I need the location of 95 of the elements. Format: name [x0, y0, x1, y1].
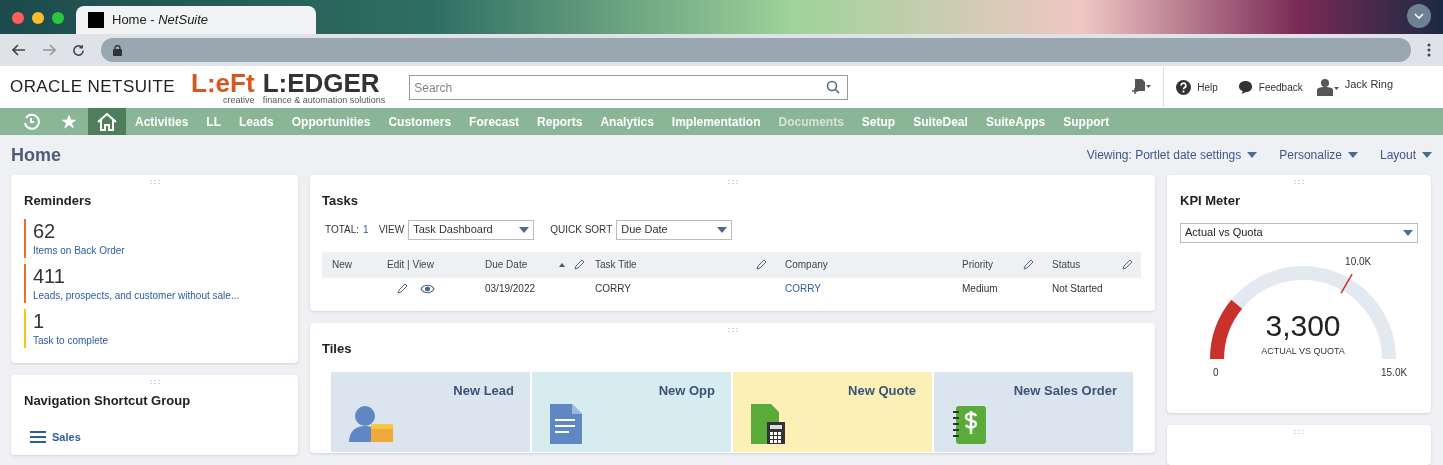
pencil-icon[interactable] [1022, 258, 1034, 271]
pencil-icon[interactable] [396, 282, 408, 295]
caret-icon [1347, 152, 1358, 159]
pencil-icon[interactable] [1121, 258, 1133, 271]
left-logo: L:eFt [191, 69, 255, 96]
tab-title: Home - NetSuite [112, 11, 209, 30]
kpi-value: 3,300 [1265, 310, 1341, 341]
caret-icon [1422, 152, 1432, 159]
reload-icon[interactable] [72, 43, 85, 57]
drag-handle-icon[interactable] [148, 179, 161, 185]
total-count: 1 [363, 223, 369, 237]
history-icon [22, 112, 40, 131]
drag-handle-icon[interactable] [1293, 429, 1305, 435]
table-cell-text: Medium [961, 282, 999, 296]
more-vertical-icon[interactable] [1427, 43, 1431, 57]
back-arrow-icon[interactable] [12, 44, 26, 56]
portlet-title: KPI Meter [1180, 192, 1241, 210]
user-roles-icon[interactable] [1314, 78, 1339, 97]
tile[interactable]: New Opp [532, 371, 731, 452]
reminder-link[interactable]: Items on Back Order [33, 242, 125, 258]
caret-icon [1403, 229, 1413, 236]
browser-tab[interactable]: Home - NetSuite [76, 6, 316, 34]
view-label: VIEW [378, 223, 405, 237]
document-icon [548, 404, 584, 444]
help-icon[interactable] [1176, 79, 1192, 95]
caret-icon [1247, 152, 1258, 159]
view-select[interactable]: Task Dashboard [408, 219, 535, 240]
portlet-title: Tasks [322, 192, 359, 210]
pencil-icon[interactable] [573, 258, 585, 271]
close-window-button[interactable] [12, 12, 24, 24]
search-icon[interactable] [826, 79, 841, 94]
person-box-icon [347, 404, 395, 442]
column-header[interactable]: Status [1052, 257, 1081, 272]
max-label: 15.0K [1381, 365, 1408, 380]
search-field[interactable]: Search [409, 75, 849, 101]
page-menu[interactable]: Personalize [1279, 146, 1358, 165]
reminder-count: 62 [33, 218, 57, 243]
feedback-link[interactable]: Feedback [1258, 79, 1303, 95]
column-header[interactable]: Edit | View [387, 257, 434, 272]
company-link[interactable]: CORRY [775, 281, 952, 296]
reminder-count: 411 [33, 263, 66, 288]
page-title: Home [11, 143, 61, 167]
drag-handle-icon[interactable] [726, 179, 739, 185]
sort-ascending-icon [559, 262, 565, 267]
pencil-icon[interactable] [755, 258, 767, 271]
portlet-title: Reminders [24, 192, 93, 210]
minimize-window-button[interactable] [32, 12, 44, 24]
ledger-logo: L:EDGER [262, 69, 380, 96]
portlet-title: Tiles [322, 340, 353, 358]
ledger-logo-tagline: finance & automation solutions [262, 95, 386, 105]
eye-icon[interactable] [420, 283, 435, 294]
tile[interactable]: New Sales Order [934, 371, 1133, 452]
maximize-window-button[interactable] [52, 12, 64, 24]
chevron-down-icon [1414, 13, 1424, 19]
column-header[interactable]: Priority [962, 257, 994, 272]
tile[interactable]: New Lead [331, 371, 530, 452]
netsuite-favicon [88, 12, 104, 28]
page-menu[interactable]: Layout [1379, 146, 1432, 165]
target-label: 10.0K [1345, 254, 1372, 269]
reminder-link[interactable]: Task to complete [33, 332, 109, 348]
tile[interactable]: New Quote [733, 371, 932, 452]
new-record-icon[interactable] [1131, 79, 1152, 96]
total-label: TOTAL: [325, 223, 360, 237]
help-link[interactable]: Help [1197, 79, 1218, 95]
drag-handle-icon[interactable] [726, 327, 739, 333]
brand-logo: ORACLE NETSUITE [10, 76, 176, 99]
tab-menu-button[interactable] [1407, 4, 1431, 28]
column-header[interactable]: Company [785, 257, 828, 272]
quick-sort-label: QUICK SORT [550, 223, 613, 237]
home-icon [97, 112, 117, 131]
reminder-count: 1 [33, 308, 46, 333]
column-header[interactable]: Due Date [485, 257, 528, 272]
table-cell-text: 03/19/2022 [484, 282, 537, 296]
left-logo-tagline: creative [223, 95, 255, 105]
drag-handle-icon[interactable] [1293, 179, 1305, 185]
reminder-link[interactable]: Leads, prospects, and customer without sale... [33, 287, 240, 303]
table-cell-text: CORRY [594, 282, 632, 296]
shortcut-group-link[interactable]: Sales [52, 428, 81, 445]
menu-icon [30, 430, 46, 443]
kpi-caption: ACTUAL VS QUOTA [1261, 344, 1345, 358]
kpi-select[interactable]: Actual vs Quota [1180, 222, 1418, 243]
nav-icon-tab[interactable] [88, 108, 126, 136]
caret-icon [717, 226, 728, 233]
sort-select[interactable]: Due Date [616, 219, 733, 240]
page-menu[interactable]: Viewing: Portlet date settings [1086, 146, 1258, 165]
table-cell-text: Not Started [1051, 282, 1104, 296]
min-label: 0 [1213, 365, 1219, 380]
lock-icon [113, 44, 122, 56]
drag-handle-icon[interactable] [148, 379, 161, 385]
chat-bubble-icon[interactable] [1237, 79, 1253, 95]
portlet-title: Navigation Shortcut Group [24, 392, 192, 410]
column-header[interactable]: New [332, 257, 352, 272]
caret-icon [519, 226, 530, 233]
user-name[interactable]: Jack Ring [1344, 76, 1393, 93]
column-header[interactable]: Task Title [595, 257, 637, 272]
